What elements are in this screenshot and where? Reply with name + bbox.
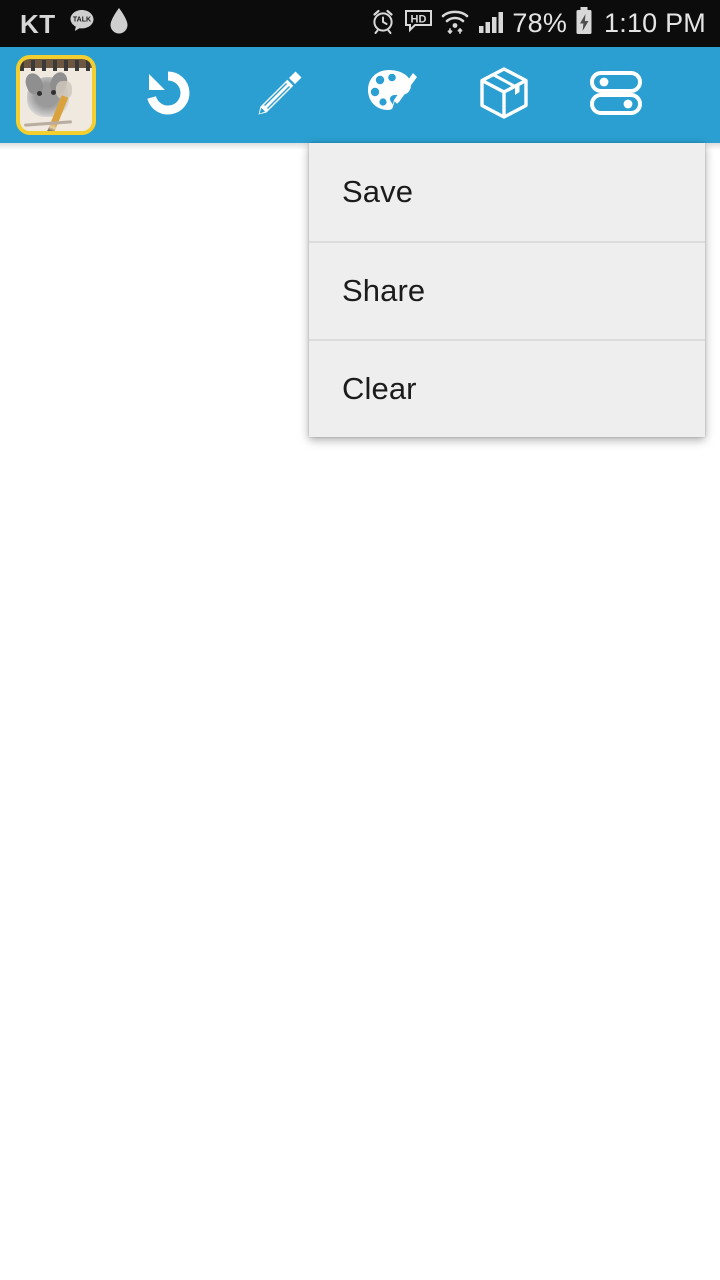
alarm-clock-icon xyxy=(369,7,397,40)
palette-brush-icon xyxy=(361,62,423,129)
app-icon-button[interactable] xyxy=(0,47,112,143)
app-toolbar xyxy=(0,47,720,148)
sketchpad-dog-drawing-icon xyxy=(16,55,96,135)
clock-label: 1:10 PM xyxy=(604,8,706,38)
overflow-popup-menu: Save Share Clear xyxy=(309,143,705,437)
toggle-sliders-icon xyxy=(585,62,647,129)
status-bar-left: KT TALK xyxy=(20,6,130,41)
undo-arrow-icon xyxy=(137,62,199,129)
menu-item-label: Share xyxy=(342,273,426,308)
hd-badge-icon: HD xyxy=(404,7,433,40)
app-screen: KT TALK HD 78% 1:10 PM Save Share Clear xyxy=(0,0,720,1280)
kakaotalk-icon: TALK xyxy=(67,6,97,41)
menu-item-share[interactable]: Share xyxy=(309,241,705,339)
settings-button[interactable] xyxy=(560,47,672,143)
status-bar-right: HD 78% 1:10 PM xyxy=(369,6,706,41)
palette-button[interactable] xyxy=(336,47,448,143)
menu-item-clear[interactable]: Clear xyxy=(309,339,705,437)
menu-item-label: Save xyxy=(342,174,414,209)
menu-item-label: Clear xyxy=(342,371,417,406)
pencil-button[interactable] xyxy=(224,47,336,143)
cube-box-icon xyxy=(473,62,535,129)
water-drop-icon xyxy=(108,6,130,41)
svg-text:TALK: TALK xyxy=(73,17,91,24)
menu-item-save[interactable]: Save xyxy=(309,143,705,241)
pencil-icon xyxy=(249,62,311,129)
shapes-button[interactable] xyxy=(448,47,560,143)
wifi-icon xyxy=(440,6,470,41)
battery-percent-label: 78% xyxy=(512,8,568,38)
status-bar: KT TALK HD 78% 1:10 PM xyxy=(0,0,720,47)
svg-text:HD: HD xyxy=(411,14,427,26)
signal-bars-icon xyxy=(477,7,505,40)
battery-charging-icon xyxy=(574,6,594,41)
undo-button[interactable] xyxy=(112,47,224,143)
carrier-label: KT xyxy=(20,8,56,39)
